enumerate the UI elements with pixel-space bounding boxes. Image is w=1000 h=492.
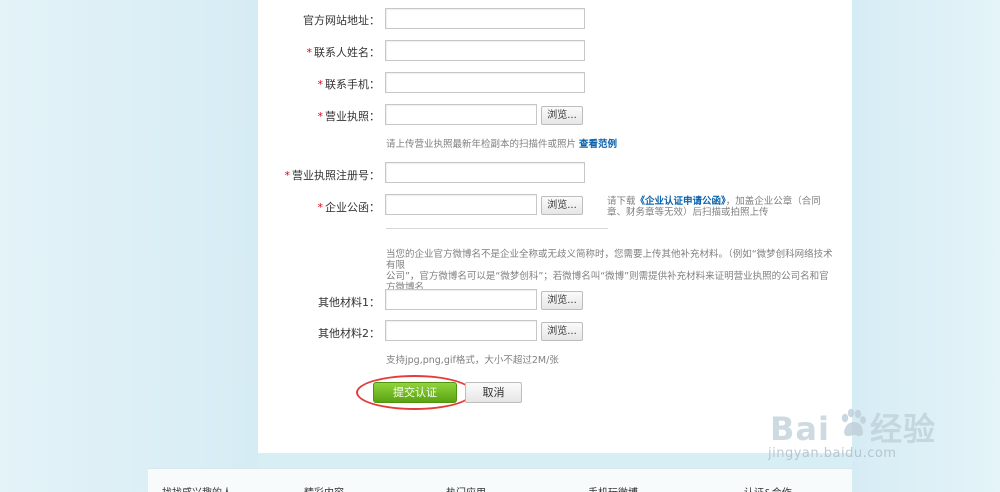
official-letter-hint: 请下载《企业认证申请公函》，加盖企业公章（合同 章、财务章等无效）后扫描或拍照上… [607,196,821,218]
section-divider [386,228,608,229]
required-star: * [317,201,324,214]
footer-link-mobile[interactable]: 手机玩微博 [588,484,638,492]
official-letter-browse-button[interactable]: 浏览... [541,196,583,215]
official-letter-label: * 企业公函： [317,201,381,214]
file-format-hint: 支持jpg,png,gif格式，大小不超过2M/张 [386,355,559,366]
footer-link-cooperation[interactable]: 认证&合作 [744,484,792,492]
contact-name-label: * 联系人姓名： [306,46,381,59]
watermark-url: jingyan.baidu.com [768,446,897,461]
required-star: * [284,169,291,182]
license-browse-button[interactable]: 浏览... [541,106,583,125]
other-material-2-file-input[interactable] [385,320,537,341]
required-star: * [317,78,324,91]
footer-bar: 找找感兴趣的人 精彩内容 热门应用 手机玩微博 认证&合作 [148,468,852,492]
submit-verification-button[interactable]: 提交认证 [373,382,457,403]
other-material-1-label: 其他材料1： [318,296,380,309]
official-letter-download-link[interactable]: 《企业认证申请公函》 [636,196,726,207]
left-background [0,0,258,492]
website-input[interactable] [385,8,585,29]
cancel-button[interactable]: 取消 [465,382,522,403]
license-number-input[interactable] [385,162,585,183]
contact-phone-label: * 联系手机： [317,78,381,91]
other-material-2-browse-button[interactable]: 浏览... [541,322,583,341]
other-material-2-label: 其他材料2： [318,327,380,340]
view-example-link[interactable]: 查看范例 [579,139,617,150]
contact-name-input[interactable] [385,40,585,61]
license-file-input[interactable] [385,104,537,125]
footer-link-find-people[interactable]: 找找感兴趣的人 [162,484,232,492]
other-material-1-file-input[interactable] [385,289,537,310]
footer-link-featured[interactable]: 精彩内容 [304,484,344,492]
official-letter-file-input[interactable] [385,194,537,215]
license-number-label: * 营业执照注册号： [284,169,381,182]
license-label: * 营业执照： [317,110,381,123]
other-material-1-browse-button[interactable]: 浏览... [541,291,583,310]
paw-icon [841,408,866,437]
website-label: 官方网站地址： [303,14,380,27]
contact-phone-input[interactable] [385,72,585,93]
required-star: * [306,46,313,59]
license-hint: 请上传营业执照最新年检副本的扫描件或照片 查看范例 [386,139,618,150]
required-star: * [317,110,324,123]
footer-link-hot-apps[interactable]: 热门应用 [446,484,486,492]
form-panel [258,0,852,453]
